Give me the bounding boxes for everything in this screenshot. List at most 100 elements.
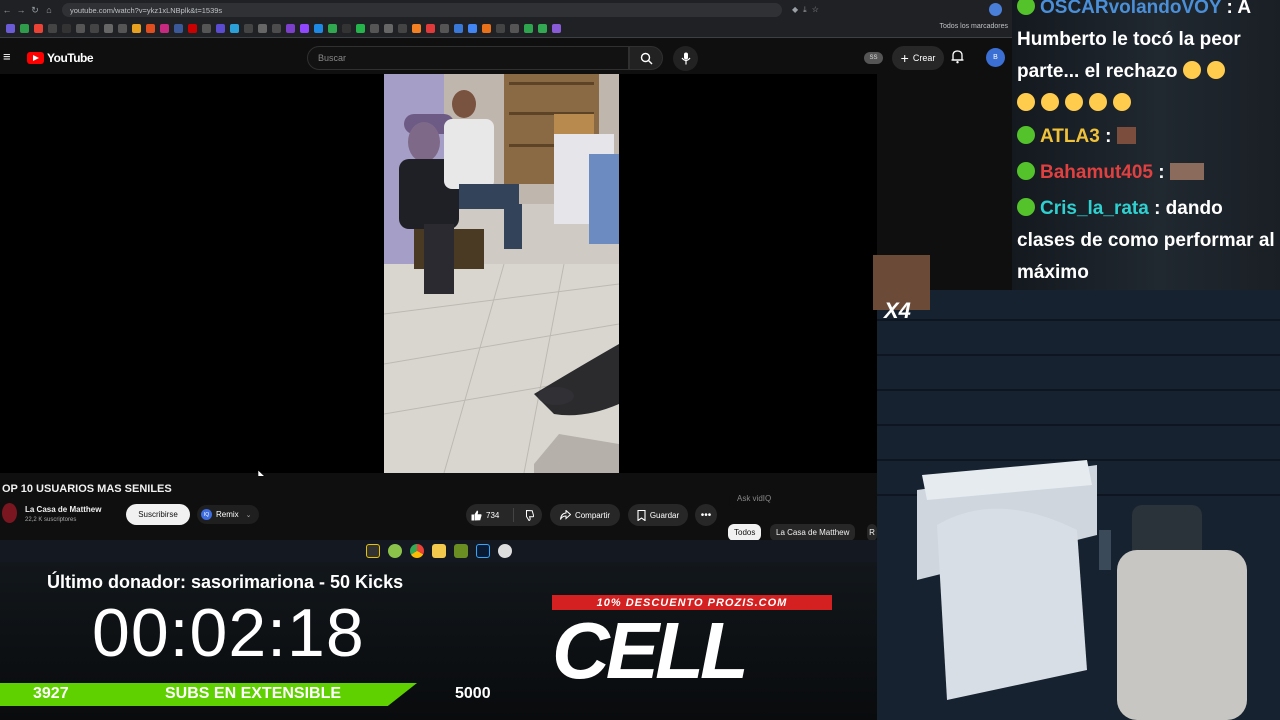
channel-avatar[interactable]: [2, 503, 17, 523]
bookmark-icon[interactable]: [412, 24, 421, 33]
ask-vidiq-input[interactable]: Ask vidIQ: [729, 494, 877, 508]
bookmark-icon[interactable]: [132, 24, 141, 33]
bookmarks-bar: Todos los marcadores: [0, 20, 1012, 38]
bookmark-icon[interactable]: [160, 24, 169, 33]
bookmark-icon[interactable]: [300, 24, 309, 33]
last-donor-text: Último donador: sasorimariona - 50 Kicks: [47, 572, 404, 592]
chat-text: :: [1153, 162, 1165, 183]
app-icon[interactable]: [387, 544, 402, 558]
subscribe-button[interactable]: Suscribirse: [126, 504, 190, 525]
reload-icon[interactable]: ↻: [28, 5, 42, 16]
bookmark-icon[interactable]: [104, 24, 113, 33]
bookmark-icon[interactable]: [468, 24, 477, 33]
voice-search-button[interactable]: [673, 46, 698, 71]
video-content: [384, 74, 619, 473]
crying-emoji-icon: [1182, 61, 1201, 79]
bookmark-icon[interactable]: [356, 24, 365, 33]
app-icon[interactable]: [497, 544, 512, 558]
photoshop-icon[interactable]: [475, 544, 490, 558]
webcam-scene-image: [877, 290, 1280, 720]
chip-related[interactable]: R: [867, 524, 877, 540]
search-button[interactable]: [629, 46, 663, 70]
youtube-logo[interactable]: YouTube: [27, 51, 94, 65]
notifications-button[interactable]: [951, 49, 964, 69]
bookmark-icon[interactable]: [6, 24, 15, 33]
chip-channel[interactable]: La Casa de Matthew: [770, 524, 856, 540]
back-icon[interactable]: ←: [0, 5, 14, 15]
app-icon[interactable]: [453, 544, 468, 558]
puzzle-icon[interactable]: ◆: [792, 5, 798, 15]
bookmark-icon[interactable]: [426, 24, 435, 33]
bookmark-icon[interactable]: [244, 24, 253, 33]
bookmark-icon[interactable]: [454, 24, 463, 33]
bookmark-icon[interactable]: [20, 24, 29, 33]
video-frame-image: [384, 74, 619, 473]
create-button[interactable]: + Crear: [892, 46, 944, 70]
microphone-icon: [681, 52, 690, 65]
bookmark-icon[interactable]: [440, 24, 449, 33]
chrome-icon[interactable]: [409, 544, 424, 558]
home-icon[interactable]: ⌂: [42, 5, 56, 15]
folder-icon[interactable]: [431, 544, 446, 558]
share-button[interactable]: Compartir: [550, 504, 620, 526]
user-avatar[interactable]: B: [986, 48, 1005, 67]
bookmark-icon[interactable]: [62, 24, 71, 33]
chat-text: :: [1099, 126, 1112, 147]
video-player[interactable]: [0, 74, 877, 473]
bookmark-icon[interactable]: [146, 24, 155, 33]
forward-icon[interactable]: →: [14, 5, 28, 15]
bookmark-star-icon[interactable]: ☆: [812, 5, 819, 15]
chip-all[interactable]: Todos: [728, 524, 762, 540]
bookmark-icon[interactable]: [48, 24, 57, 33]
bookmark-icon[interactable]: [90, 24, 99, 33]
video-title: OP 10 USUARIOS MAS SENILES: [2, 483, 172, 495]
crying-emoji-icon: [1206, 61, 1225, 79]
bookmark-icon[interactable]: [174, 24, 183, 33]
remix-button[interactable]: IQ Remix ⌄: [197, 505, 259, 524]
bookmark-icon[interactable]: [118, 24, 127, 33]
bookmark-icon[interactable]: [510, 24, 519, 33]
bookmark-icon[interactable]: [524, 24, 533, 33]
channel-subscriber-count: 22,2 K suscriptores: [25, 517, 77, 523]
bookmark-icon[interactable]: [34, 24, 43, 33]
like-button[interactable]: 734: [466, 508, 514, 522]
more-options-icon[interactable]: •••: [695, 504, 717, 526]
chat-badge-icon: [1017, 0, 1035, 15]
create-label: Crear: [912, 53, 936, 63]
download-icon[interactable]: ⤓: [803, 5, 807, 15]
bookmark-icon[interactable]: [216, 24, 225, 33]
bookmark-icon[interactable]: [482, 24, 491, 33]
bookmark-icon[interactable]: [258, 24, 267, 33]
crying-emoji-icon: [1017, 93, 1035, 111]
bookmark-icon[interactable]: [538, 24, 547, 33]
ask-placeholder: Ask vidIQ: [737, 494, 772, 503]
extension-badge[interactable]: SS: [864, 52, 883, 64]
menu-icon[interactable]: ≡: [3, 50, 11, 63]
bookmark-icon[interactable]: [496, 24, 505, 33]
search-icon: [640, 52, 652, 64]
bookmark-icon[interactable]: [272, 24, 281, 33]
bookmark-icon[interactable]: [286, 24, 295, 33]
search-input[interactable]: Buscar: [307, 46, 629, 70]
bookmark-icon[interactable]: [188, 24, 197, 33]
address-bar[interactable]: youtube.com/watch?v=ykz1xLNBplk&t=1539s: [62, 3, 782, 17]
browser-window: ← → ↻ ⌂ youtube.com/watch?v=ykz1xLNBplk&…: [0, 0, 1012, 540]
bookmark-icon[interactable]: [384, 24, 393, 33]
bookmark-icon[interactable]: [202, 24, 211, 33]
browser-profile-icon[interactable]: [989, 3, 1002, 16]
channel-name[interactable]: La Casa de Matthew: [25, 505, 101, 514]
bookmark-icon[interactable]: [314, 24, 323, 33]
app-icon[interactable]: [365, 544, 380, 558]
bookmark-icon[interactable]: [328, 24, 337, 33]
bookmark-icon[interactable]: [230, 24, 239, 33]
bookmark-icon[interactable]: [552, 24, 561, 33]
save-button[interactable]: Guardar: [628, 504, 688, 526]
bookmark-icon[interactable]: [76, 24, 85, 33]
countdown-timer: 00:02:18: [92, 595, 365, 671]
bookmark-icon[interactable]: [398, 24, 407, 33]
all-bookmarks-label[interactable]: Todos los marcadores: [940, 23, 1008, 30]
chat-username: ATLA3: [1040, 126, 1100, 147]
bookmark-icon[interactable]: [342, 24, 351, 33]
bookmark-icon[interactable]: [370, 24, 379, 33]
dislike-button[interactable]: [514, 509, 542, 521]
